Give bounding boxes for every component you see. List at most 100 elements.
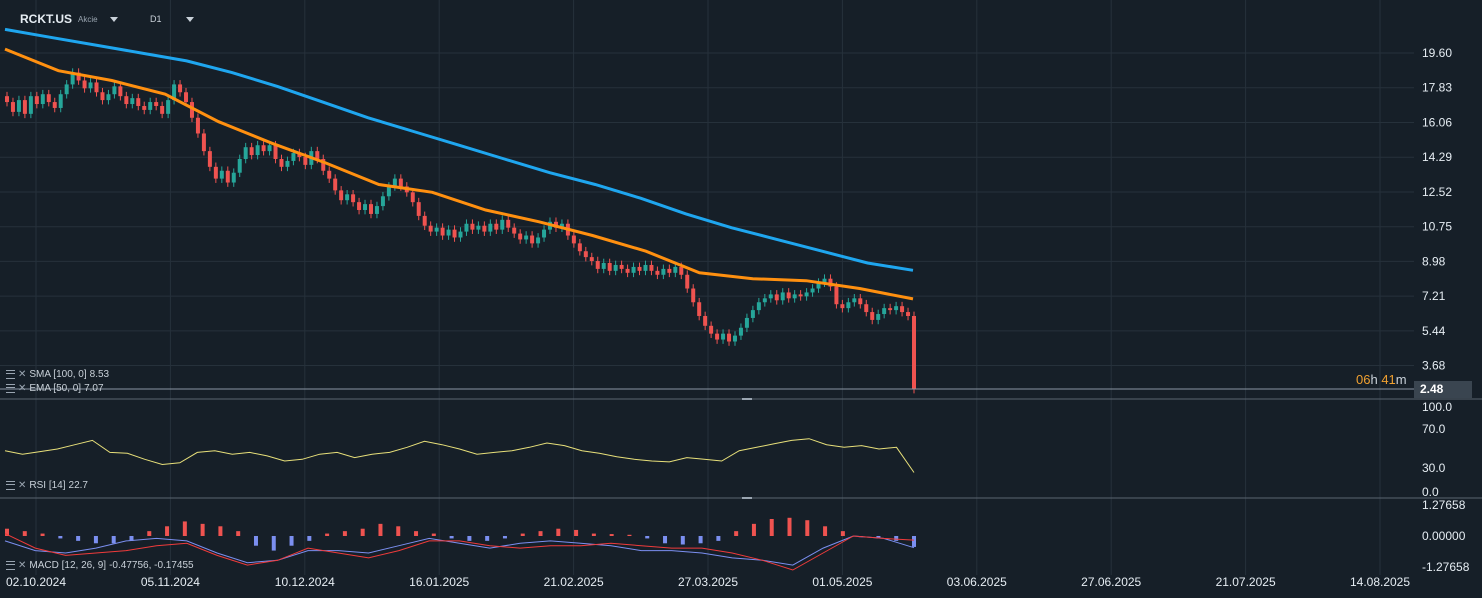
candle-body <box>440 227 445 236</box>
ema-legend[interactable]: ✕ EMA [50, 0] 7.07 <box>6 383 104 394</box>
candle-body <box>279 158 284 167</box>
candle-body <box>494 223 499 230</box>
macd-histogram-bar <box>645 536 650 539</box>
candle-body <box>112 86 117 95</box>
settings-icon[interactable] <box>6 384 15 393</box>
candle-body <box>464 223 469 232</box>
candle-body <box>374 206 379 214</box>
time-axis: 02.10.2024 05.11.2024 10.12.2024 16.01.2025… <box>6 575 1410 589</box>
timeframe-selector[interactable]: D1 <box>150 10 194 28</box>
macd-histogram-bar <box>378 523 383 536</box>
candle-body <box>52 102 57 108</box>
candle-body <box>631 266 636 273</box>
candle-body <box>106 94 111 101</box>
settings-icon[interactable] <box>6 481 15 490</box>
macd-histogram-bar <box>627 534 632 536</box>
candle-body <box>219 170 224 179</box>
chevron-down-icon <box>185 16 194 22</box>
candle-body <box>571 235 576 244</box>
macd-histogram-bar <box>556 528 561 536</box>
candle-body <box>750 310 755 318</box>
candle-body <box>148 102 153 110</box>
time-tick-label: 01.05.2025 <box>812 575 872 589</box>
candle-body <box>804 292 809 297</box>
candle-body <box>756 302 761 311</box>
macd-histogram-bar <box>40 533 45 536</box>
macd-histogram-bar <box>236 531 241 536</box>
macd-histogram-bar <box>591 533 596 536</box>
candle-body <box>536 237 541 244</box>
candle-body <box>619 264 624 269</box>
settings-icon[interactable] <box>6 561 15 570</box>
macd-histogram-bar <box>805 520 810 536</box>
symbol-name: RCKT.US <box>20 12 73 26</box>
macd-histogram-bar <box>894 536 899 541</box>
price-tick-label: 17.83 <box>1422 81 1452 95</box>
price-tick-label: 16.06 <box>1422 115 1452 129</box>
candle-body <box>58 94 63 108</box>
macd-histogram-bar <box>396 526 401 536</box>
close-icon[interactable]: ✕ <box>18 383 26 394</box>
candle-body <box>685 274 690 289</box>
macd-histogram-bar <box>76 536 81 541</box>
candle-body <box>768 294 773 299</box>
chart-canvas[interactable]: 19.60 17.83 16.06 14.29 12.52 10.75 8.98 7.21 5.… <box>0 0 1482 598</box>
candle-body <box>261 145 266 152</box>
candle-body <box>894 306 899 311</box>
candle-body <box>667 268 672 273</box>
time-tick-label: 05.11.2024 <box>141 575 200 589</box>
candle-body <box>732 335 737 342</box>
macd-histogram-bar <box>840 531 845 536</box>
candle-body <box>184 92 189 103</box>
candle-body <box>452 229 457 238</box>
macd-histogram-bar <box>574 529 579 536</box>
candle-body <box>912 315 916 389</box>
macd-histogram-bar <box>342 531 347 536</box>
instrument-type: Akcie <box>78 14 98 24</box>
candle-body <box>410 192 415 203</box>
last-price-label: 2.48 <box>1414 381 1472 398</box>
close-icon[interactable]: ✕ <box>18 480 26 491</box>
candle-body <box>446 229 451 236</box>
close-icon[interactable]: ✕ <box>18 560 26 571</box>
time-tick-label: 03.06.2025 <box>947 575 1007 589</box>
rsi-tick-label: 0.0 <box>1422 485 1439 499</box>
candle-body <box>852 298 857 303</box>
price-tick-label: 7.21 <box>1422 289 1446 303</box>
close-icon[interactable]: ✕ <box>18 369 26 380</box>
candle-body <box>727 333 732 342</box>
macd-histogram-bar <box>182 521 187 536</box>
macd-value: -0.47756, -0.17455 <box>109 560 194 571</box>
pane-separators <box>0 398 1482 499</box>
candle-body <box>124 96 129 105</box>
symbol-selector[interactable]: RCKT.US Akcie <box>20 10 118 28</box>
candle-body <box>237 158 242 173</box>
macd-histogram-bar <box>663 536 668 544</box>
time-tick-label: 14.08.2025 <box>1350 575 1410 589</box>
candle-body <box>810 288 815 293</box>
macd-histogram-bar <box>698 536 703 544</box>
settings-icon[interactable] <box>6 370 15 379</box>
macd-histogram-bar <box>147 531 152 536</box>
candle-body <box>64 84 69 95</box>
candle-body <box>697 302 702 316</box>
candle-body <box>154 102 159 106</box>
macd-histogram-bar <box>609 534 614 536</box>
candle-body <box>428 225 433 232</box>
sma-legend[interactable]: ✕ SMA [100, 0] 8.53 <box>6 369 109 380</box>
price-tick-label: 10.75 <box>1422 220 1452 234</box>
ema-label: EMA [50, 0] <box>29 383 82 394</box>
candle-body <box>906 312 911 316</box>
macd-legend[interactable]: ✕ MACD [12, 26, 9] -0.47756, -0.17455 <box>6 560 194 571</box>
macd-histogram-bar <box>200 523 205 536</box>
rsi-legend[interactable]: ✕ RSI [14] 22.7 <box>6 480 88 491</box>
candle-body <box>888 308 893 311</box>
ema-value: 7.07 <box>84 383 104 394</box>
candle-body <box>243 147 248 159</box>
time-tick-label: 21.07.2025 <box>1216 575 1276 589</box>
candle-body <box>207 151 212 167</box>
rsi-tick-label: 70.0 <box>1422 422 1446 436</box>
candle-body <box>900 306 905 313</box>
price-tick-label: 14.29 <box>1422 150 1452 164</box>
macd-histogram-bar <box>271 536 276 551</box>
